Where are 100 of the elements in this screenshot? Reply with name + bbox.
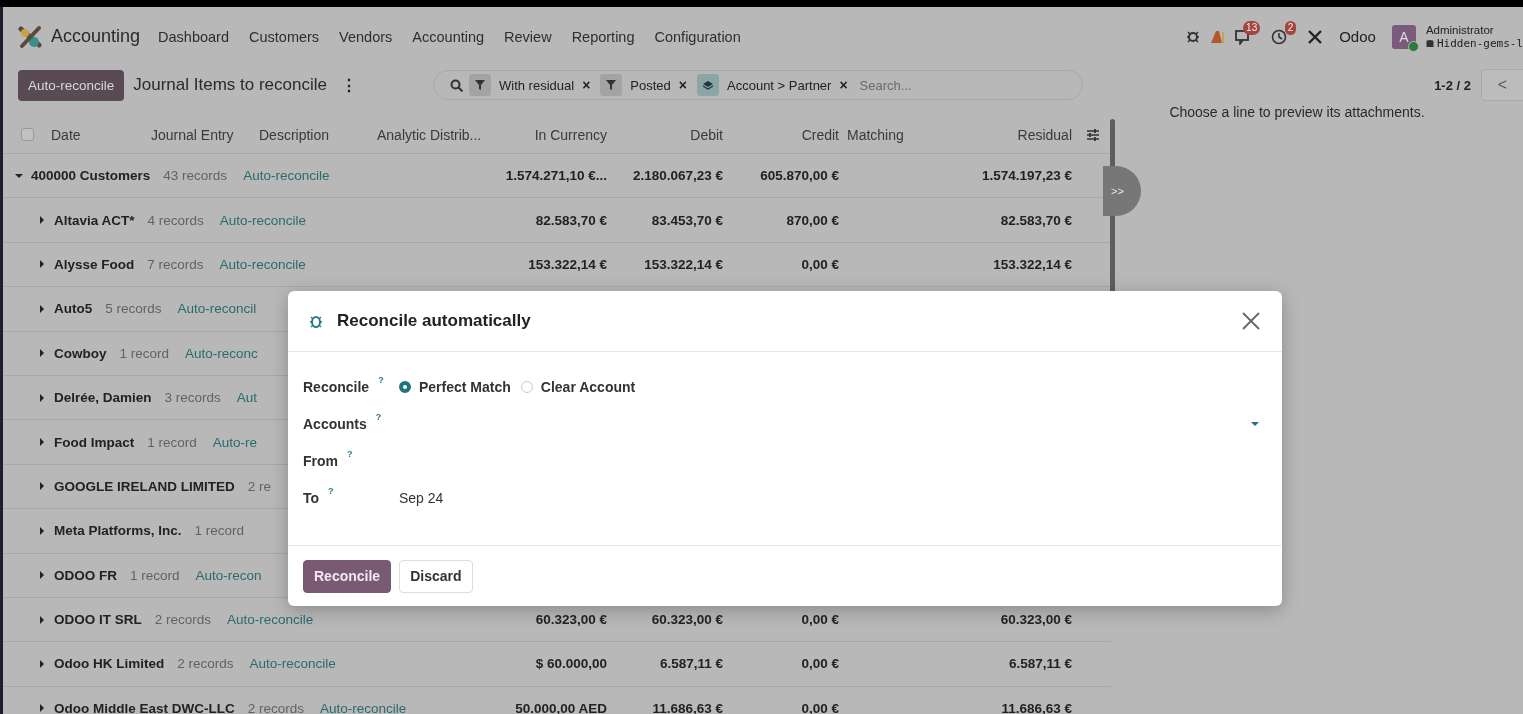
column-header[interactable]: Description	[255, 126, 373, 143]
auto-reconcile-link[interactable]: Auto-reconcile	[227, 612, 314, 628]
menu-item[interactable]: Reporting	[571, 28, 635, 45]
column-header[interactable]: Journal Entry	[147, 126, 255, 143]
previous-button[interactable]: <	[1481, 69, 1523, 101]
help-tooltip[interactable]: ?	[378, 374, 384, 385]
clock-icon[interactable]	[1271, 28, 1288, 45]
remove-facet[interactable]: ×	[839, 77, 848, 93]
record-count: 1 record	[119, 345, 170, 361]
amount-cell-text: 153.322,14 €	[992, 256, 1073, 272]
bug-icon[interactable]	[1186, 28, 1201, 45]
menu-item[interactable]: Customers	[249, 28, 320, 45]
help-tooltip[interactable]: ?	[328, 485, 334, 496]
app-logo[interactable]	[18, 24, 42, 49]
group-name: Meta Platforms, Inc.	[54, 523, 182, 539]
optional-columns-icon[interactable]	[1086, 127, 1100, 142]
app-name[interactable]: Accounting	[51, 26, 141, 47]
caret-icon[interactable]	[38, 526, 46, 535]
select-all-checkbox[interactable]	[21, 128, 34, 141]
facet-label: Account > Partner	[727, 77, 832, 93]
radio-label: Perfect Match	[419, 378, 511, 395]
menu-item[interactable]: Configuration	[654, 28, 741, 45]
user-name[interactable]: Administrator	[1425, 22, 1523, 37]
remove-facet[interactable]: ×	[582, 77, 591, 93]
facet-label: Posted	[630, 77, 671, 93]
caret-icon[interactable]	[38, 304, 46, 313]
page-title: Journal Items to reconcile	[133, 75, 327, 95]
record-count: 4 records	[147, 212, 204, 228]
search-icon[interactable]	[450, 78, 463, 92]
dialog-title: Reconcile automatically	[337, 311, 531, 331]
caret-icon[interactable]	[38, 482, 46, 491]
presence-dot	[1407, 40, 1419, 52]
help-tooltip[interactable]: ?	[375, 411, 382, 422]
record-count: 43 records	[163, 168, 228, 184]
close-button[interactable]	[1242, 312, 1260, 330]
caret-icon[interactable]	[38, 704, 46, 713]
caret-icon[interactable]	[38, 571, 46, 580]
auto-reconcile-link[interactable]: Auto-re	[212, 434, 258, 450]
filter-icon	[600, 74, 623, 96]
auto-reconcile-link[interactable]: Auto-reconcile	[320, 700, 407, 714]
menu-item[interactable]: Review	[504, 28, 552, 45]
amount-cell-text: 1.574.197,23 €	[980, 168, 1073, 184]
record-count: 2 records	[177, 656, 234, 672]
group-name: ODOO IT SRL	[54, 612, 142, 628]
caret-icon[interactable]	[38, 216, 46, 225]
record-count: 1 record	[147, 434, 197, 450]
remove-facet[interactable]: ×	[678, 77, 687, 93]
column-header[interactable]: In Currency	[493, 126, 611, 143]
record-count: 2 re	[247, 478, 271, 494]
column-header[interactable]: Date	[47, 126, 147, 143]
auto-reconcile-link[interactable]: Aut	[236, 390, 258, 406]
caret-icon	[1251, 421, 1259, 426]
menu-item[interactable]: Accounting	[412, 28, 485, 45]
user-avatar[interactable]: A	[1391, 24, 1416, 49]
radio-label: Clear Account	[540, 378, 636, 395]
group-name: 400000 Customers	[31, 168, 151, 184]
field-label: Reconcile	[303, 378, 370, 395]
caret-icon[interactable]	[38, 615, 46, 624]
auto-reconcile-link[interactable]: Auto-reconc	[185, 345, 258, 361]
amount-cell-text: 0,00 €	[800, 256, 840, 272]
caret-icon[interactable]	[38, 438, 46, 447]
actions-menu[interactable]: ⋮	[341, 75, 357, 95]
auto-reconcile-link[interactable]: Auto-reconcile	[219, 256, 306, 272]
column-header[interactable]: Residual	[913, 126, 1076, 143]
group-name: ODOO FR	[54, 567, 117, 583]
auto-reconcile-link[interactable]: Auto-reconcile	[219, 212, 307, 228]
caret-icon[interactable]	[15, 171, 23, 180]
help-tooltip[interactable]: ?	[347, 448, 353, 459]
pager-value[interactable]: 1-2 / 2	[1434, 77, 1471, 93]
caret-icon[interactable]	[38, 393, 46, 402]
date-field[interactable]: Sep 24	[399, 489, 1267, 506]
amount-cell-text: 870,00 €	[785, 212, 840, 228]
filter-icon	[469, 74, 491, 96]
menu-item[interactable]: Vendors	[339, 28, 393, 45]
record-count: 1 record	[130, 567, 180, 583]
preview-toggle-button[interactable]: >>	[1103, 166, 1141, 216]
group-name: Auto5	[54, 301, 93, 317]
column-header[interactable]: Credit	[727, 126, 843, 143]
column-header[interactable]: Matching	[843, 126, 913, 143]
caret-icon[interactable]	[38, 660, 46, 668]
group-name: Delrée, Damien	[54, 390, 152, 406]
discard-button[interactable]: Discard	[399, 559, 473, 593]
amount-cell-text: 60.323,00 €	[650, 612, 724, 628]
group-name: Odoo HK Limited	[54, 656, 165, 672]
column-header[interactable]: Analytic Distrib...	[373, 126, 493, 143]
amount-cell-text: 82.583,70 €	[999, 212, 1073, 228]
menu-item[interactable]: Dashboard	[158, 28, 229, 45]
company-switcher[interactable]: Odoo	[1339, 28, 1376, 45]
auto-reconcile-link[interactable]: Auto-reconcile	[243, 168, 330, 184]
auto-reconcile-link[interactable]: Auto-reconcile	[249, 656, 336, 672]
auto-reconcile-link[interactable]: Auto-reconcil	[177, 301, 257, 317]
column-header[interactable]: Debit	[611, 126, 727, 143]
reconcile-button[interactable]: Reconcile	[303, 559, 392, 593]
group-name: Food Impact	[54, 434, 135, 450]
caret-icon[interactable]	[38, 260, 46, 269]
radio-button[interactable]	[399, 380, 411, 393]
bug-icon	[310, 313, 322, 329]
caret-icon[interactable]	[38, 349, 46, 358]
auto-reconcile-button[interactable]: Auto-reconcile	[18, 69, 125, 101]
auto-reconcile-link[interactable]: Auto-recon	[195, 567, 262, 583]
